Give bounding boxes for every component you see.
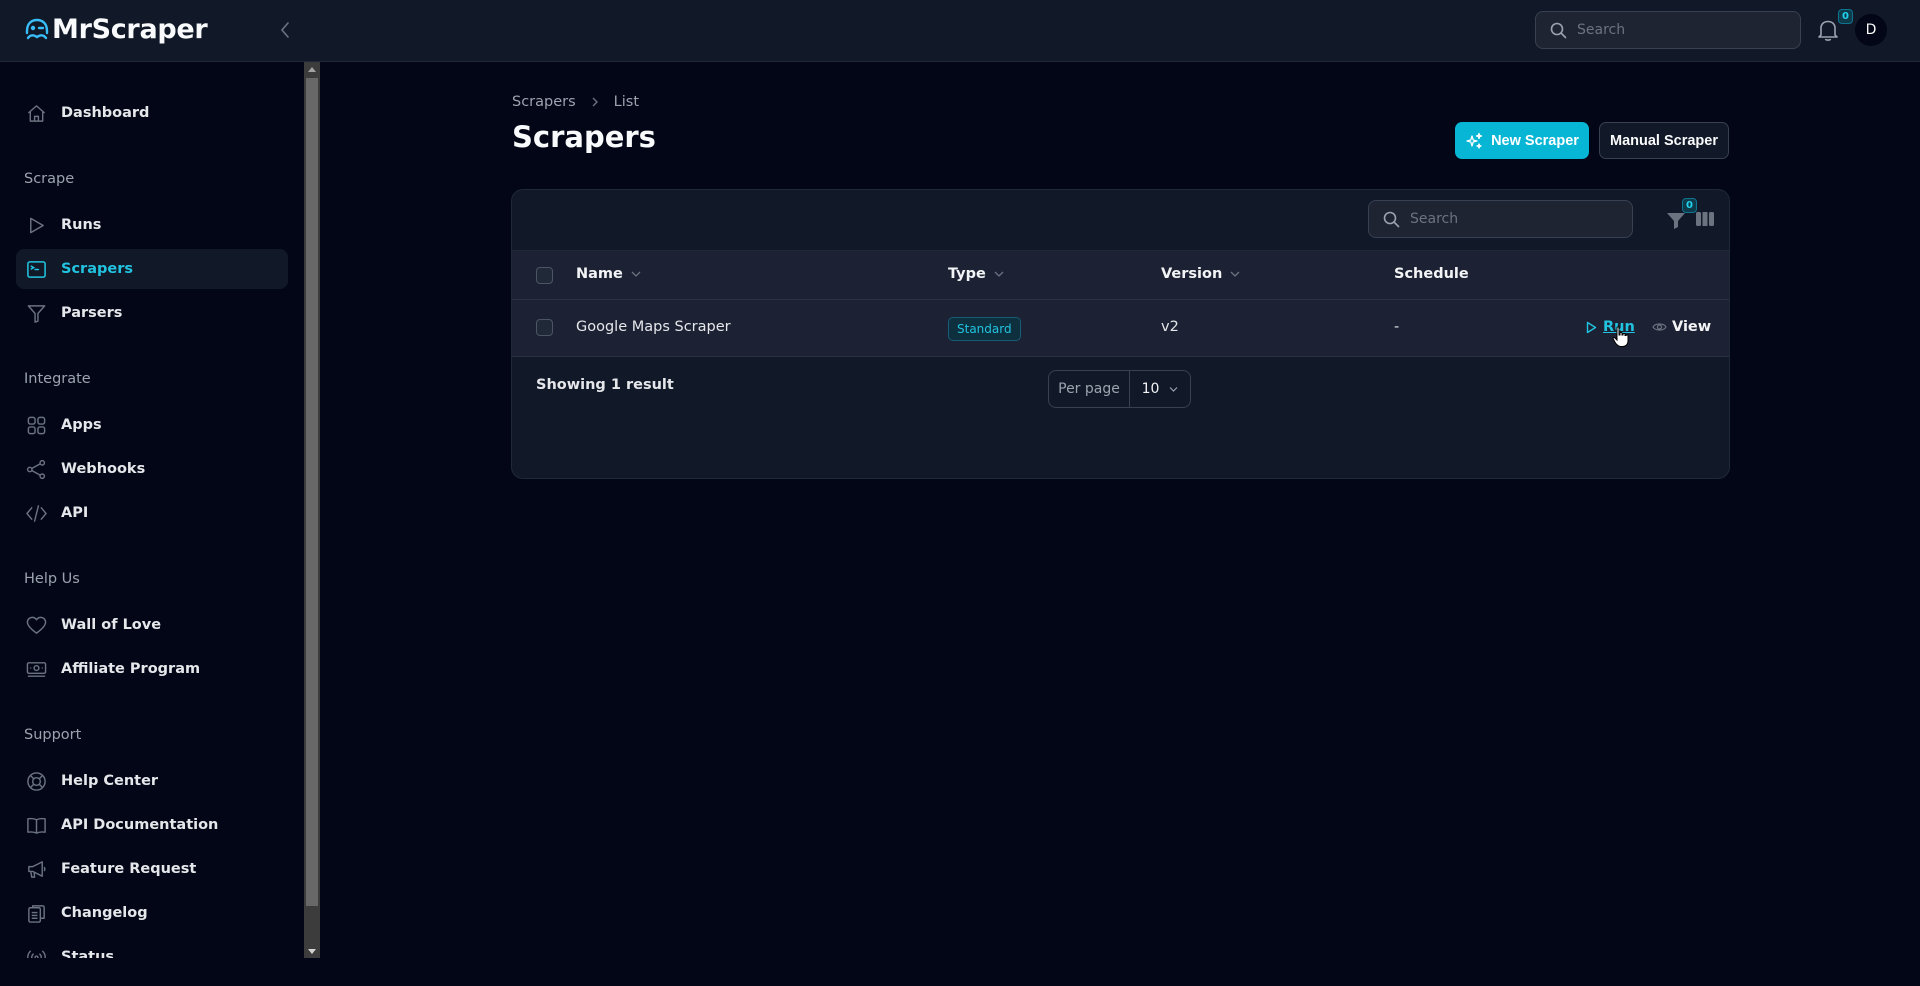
sidebar-item-parsers[interactable]: Parsers — [16, 293, 288, 333]
scroll-up-arrow-icon[interactable] — [308, 67, 316, 72]
lifebuoy-icon — [25, 770, 47, 792]
sidebar-item-wall-of-love[interactable]: Wall of Love — [16, 605, 288, 645]
run-button[interactable]: Run — [1586, 319, 1635, 335]
signal-icon — [25, 946, 47, 958]
table-header: Name Type Version Schedule — [512, 251, 1729, 300]
sidebar-item-affiliate-program[interactable]: Affiliate Program — [16, 649, 288, 689]
eye-icon — [1652, 323, 1667, 331]
play-icon — [1586, 321, 1597, 333]
new-scraper-button[interactable]: New Scraper — [1455, 122, 1589, 159]
search-icon — [1550, 22, 1567, 38]
sidebar-scrollbar[interactable] — [304, 62, 320, 958]
table-row: Google Maps Scraper Standard v2 - Run Vi… — [512, 300, 1729, 357]
chevron-right-icon — [592, 97, 598, 107]
filter-icon[interactable] — [1666, 210, 1686, 230]
sidebar-item-webhooks[interactable]: Webhooks — [16, 449, 288, 489]
global-search-input[interactable] — [1577, 22, 1777, 38]
code-icon — [25, 502, 47, 524]
chevron-down-icon — [1169, 386, 1178, 392]
scraper-schedule: - — [1394, 319, 1400, 335]
mrscraper-logo-icon — [25, 18, 49, 39]
notification-count-badge: 0 — [1838, 9, 1853, 24]
column-header-schedule: Schedule — [1394, 266, 1469, 282]
notifications-bell-icon[interactable] — [1816, 17, 1840, 43]
breadcrumb: Scrapers List — [512, 94, 639, 110]
manual-scraper-button[interactable]: Manual Scraper — [1599, 122, 1729, 159]
megaphone-icon — [25, 858, 47, 880]
sidebar-item-changelog[interactable]: Changelog — [16, 893, 288, 933]
columns-toggle-icon[interactable] — [1696, 210, 1714, 228]
sort-chevron-icon — [994, 271, 1004, 277]
per-page-select[interactable]: 10 — [1130, 381, 1190, 397]
app-name: MrScraper — [52, 14, 208, 45]
grid-icon — [25, 414, 47, 436]
collapse-sidebar-icon[interactable] — [276, 18, 294, 42]
sidebar-item-runs[interactable]: Runs — [16, 205, 288, 245]
breadcrumb-list: List — [613, 94, 640, 110]
sort-chevron-icon — [1230, 271, 1240, 277]
share-icon — [25, 458, 47, 480]
page-title: Scrapers — [512, 120, 656, 154]
scraper-version: v2 — [1161, 319, 1179, 335]
app-logo[interactable]: MrScraper — [24, 14, 208, 45]
heart-icon — [25, 614, 47, 636]
sidebar-item-api[interactable]: API — [16, 493, 288, 533]
table-toolbar: 0 — [512, 190, 1729, 251]
breadcrumb-scrapers[interactable]: Scrapers — [512, 94, 576, 110]
money-icon — [25, 658, 47, 680]
section-label-support: Support — [24, 727, 82, 743]
funnel-icon — [25, 302, 47, 324]
play-icon — [25, 214, 47, 236]
sparkles-icon — [1466, 132, 1483, 149]
sidebar-item-dashboard[interactable]: Dashboard — [16, 93, 288, 133]
table-search-input[interactable] — [1410, 211, 1610, 227]
user-avatar[interactable]: D — [1855, 14, 1887, 46]
column-header-type[interactable]: Type — [948, 266, 1004, 282]
sidebar-item-apps[interactable]: Apps — [16, 405, 288, 445]
sort-chevron-icon — [631, 271, 641, 277]
filter-count-badge: 0 — [1682, 198, 1697, 213]
scrollbar-thumb[interactable] — [306, 78, 318, 906]
per-page-label: Per page — [1049, 371, 1130, 407]
home-icon — [25, 102, 47, 124]
terminal-icon — [25, 258, 47, 280]
scroll-down-arrow-icon[interactable] — [308, 949, 316, 954]
main-content: Scrapers List Scrapers New Scraper Manua… — [320, 62, 1920, 958]
result-count: Showing 1 result — [536, 377, 674, 393]
section-label-help-us: Help Us — [24, 571, 80, 587]
sidebar-item-api-documentation[interactable]: API Documentation — [16, 805, 288, 845]
sidebar-item-scrapers[interactable]: Scrapers — [16, 249, 288, 289]
sidebar-item-feature-request[interactable]: Feature Request — [16, 849, 288, 889]
global-search[interactable] — [1535, 11, 1801, 49]
column-header-name[interactable]: Name — [576, 266, 641, 282]
scrapers-table-card: 0 Name Type Version Schedule Google — [511, 189, 1730, 479]
sidebar: Dashboard Scrape Runs Scrapers Parsers I… — [0, 62, 304, 958]
section-label-scrape: Scrape — [24, 171, 75, 187]
column-header-version[interactable]: Version — [1161, 266, 1240, 282]
section-label-integrate: Integrate — [24, 371, 91, 387]
row-checkbox[interactable] — [536, 319, 553, 336]
clipboard-icon — [25, 902, 47, 924]
book-icon — [25, 814, 47, 836]
view-button[interactable]: View — [1652, 319, 1711, 335]
type-badge: Standard — [948, 317, 1021, 341]
sidebar-item-status[interactable]: Status — [16, 937, 288, 958]
table-footer: Showing 1 result Per page 10 — [512, 357, 1729, 418]
select-all-checkbox[interactable] — [536, 267, 553, 284]
per-page-selector[interactable]: Per page 10 — [1048, 370, 1191, 408]
top-bar: MrScraper 0 D — [0, 0, 1920, 62]
search-icon — [1383, 211, 1400, 227]
sidebar-item-help-center[interactable]: Help Center — [16, 761, 288, 801]
table-search[interactable] — [1368, 200, 1633, 238]
scraper-name: Google Maps Scraper — [576, 319, 731, 335]
